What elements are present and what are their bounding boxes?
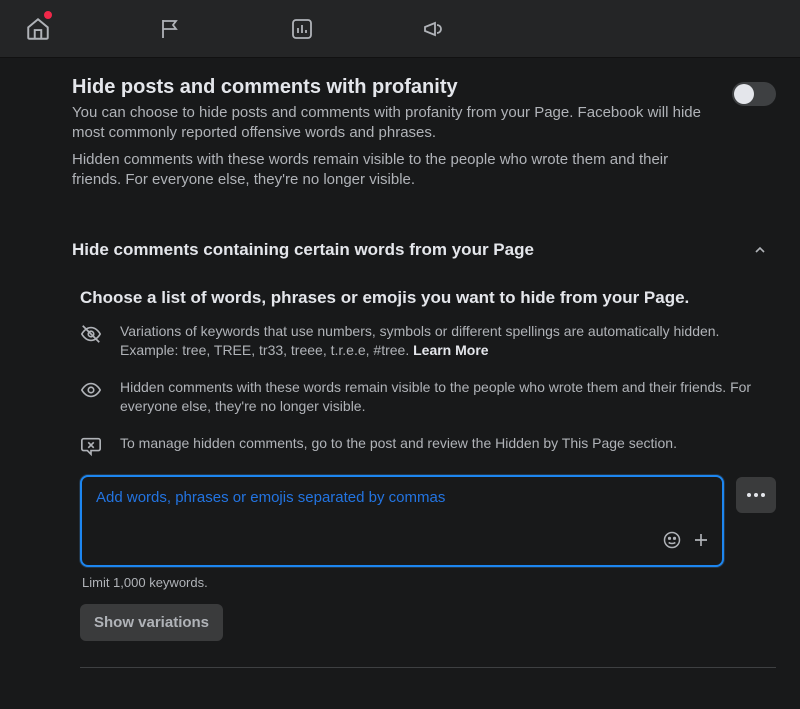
- hide-words-header[interactable]: Hide comments containing certain words f…: [72, 240, 776, 260]
- eye-off-icon: [80, 323, 102, 345]
- info-manage-text: To manage hidden comments, go to the pos…: [120, 434, 677, 453]
- info-row-visibility: Hidden comments with these words remain …: [80, 378, 776, 416]
- nav-home[interactable]: [22, 13, 54, 45]
- top-navbar: [0, 0, 800, 58]
- chevron-up-icon: [750, 240, 770, 260]
- notification-dot: [44, 11, 52, 19]
- keywords-placeholder: Add words, phrases or emojis separated b…: [96, 489, 708, 506]
- choose-words-subtitle: Choose a list of words, phrases or emoji…: [80, 288, 776, 308]
- profanity-title: Hide posts and comments with profanity: [72, 76, 716, 99]
- info-visibility-text: Hidden comments with these words remain …: [120, 378, 776, 416]
- show-variations-button[interactable]: Show variations: [80, 604, 223, 641]
- profanity-toggle[interactable]: [732, 82, 776, 106]
- section-divider: [80, 667, 776, 668]
- plus-icon[interactable]: [692, 531, 710, 554]
- learn-more-link[interactable]: Learn More: [413, 342, 488, 358]
- ellipsis-icon: [747, 493, 765, 497]
- keywords-limit-text: Limit 1,000 keywords.: [80, 575, 776, 590]
- nav-megaphone[interactable]: [418, 13, 450, 45]
- eye-icon: [80, 379, 102, 401]
- comment-x-icon: [80, 435, 102, 457]
- nav-flag[interactable]: [154, 13, 186, 45]
- info-row-variations: Variations of keywords that use numbers,…: [80, 322, 776, 360]
- more-options-button[interactable]: [736, 477, 776, 513]
- info-row-manage: To manage hidden comments, go to the pos…: [80, 434, 776, 457]
- toggle-knob: [734, 84, 754, 104]
- keywords-input[interactable]: Add words, phrases or emojis separated b…: [80, 475, 724, 567]
- hide-words-title: Hide comments containing certain words f…: [72, 240, 534, 260]
- profanity-desc: You can choose to hide posts and comment…: [72, 103, 716, 144]
- nav-insights[interactable]: [286, 13, 318, 45]
- emoji-icon[interactable]: [662, 530, 682, 555]
- profanity-desc-2: Hidden comments with these words remain …: [72, 150, 716, 191]
